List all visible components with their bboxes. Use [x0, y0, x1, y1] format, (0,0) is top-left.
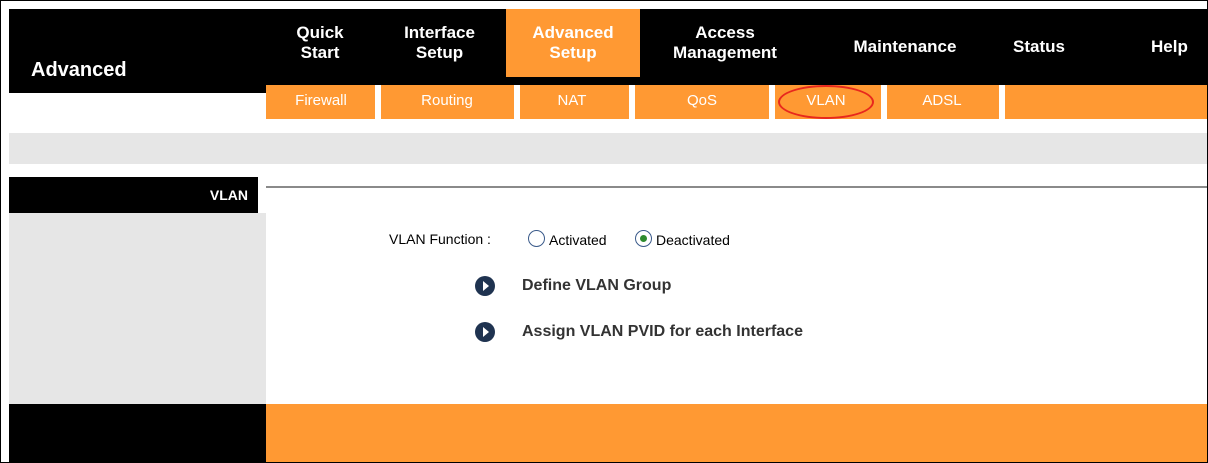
subtab-routing[interactable]: Routing	[381, 85, 513, 119]
tab-label: Status	[1013, 37, 1065, 56]
section-title: VLAN	[209, 187, 248, 203]
tab-quick-start[interactable]: Quick Start	[266, 9, 374, 77]
footer-left	[9, 404, 266, 462]
link-label: Define VLAN Group	[522, 277, 672, 294]
router-admin-page: Advanced Quick Start Interface Setup Adv…	[0, 0, 1208, 463]
tab-label: Access	[695, 23, 755, 42]
tab-label: Start	[300, 43, 340, 62]
tab-advanced-setup[interactable]: Advanced Setup	[506, 9, 640, 77]
tab-label: Setup	[415, 43, 464, 62]
tab-label: Maintenance	[853, 37, 957, 56]
tab-label: Quick	[296, 23, 344, 42]
tab-label: Interface	[404, 23, 475, 42]
tab-label: Setup	[549, 43, 597, 62]
section-divider	[266, 186, 1207, 188]
brand-panel: Advanced	[9, 9, 266, 93]
radio-activated-label[interactable]: Activated	[549, 232, 607, 248]
tab-label: Help	[1151, 37, 1188, 56]
tab-status[interactable]: Status	[991, 9, 1087, 77]
tab-access-management[interactable]: Access Management	[640, 9, 810, 77]
subtab-adsl[interactable]: ADSL	[887, 85, 997, 119]
tab-maintenance[interactable]: Maintenance	[827, 9, 983, 77]
brand-title: Advanced	[31, 59, 127, 81]
subtab-firewall[interactable]: Firewall	[269, 85, 373, 119]
left-panel	[9, 213, 266, 404]
vlan-function-label: VLAN Function :	[389, 231, 491, 247]
radio-deactivated[interactable]	[635, 230, 652, 247]
footer-bar	[266, 404, 1207, 462]
tab-label: Advanced	[532, 23, 614, 42]
radio-selected-dot	[640, 235, 647, 242]
subtab-divider	[999, 85, 1005, 119]
radio-deactivated-label[interactable]: Deactivated	[656, 232, 730, 248]
tab-interface-setup[interactable]: Interface Setup	[374, 9, 505, 77]
tab-label: Management	[673, 43, 777, 62]
link-label: Assign VLAN PVID for each Interface	[522, 323, 803, 340]
subtab-nat[interactable]: NAT	[520, 85, 624, 119]
radio-activated[interactable]	[528, 230, 545, 247]
vlan-highlight-circle	[778, 85, 874, 119]
subtab-qos[interactable]: QoS	[635, 85, 769, 119]
circle-arrow-icon	[475, 276, 495, 296]
section-header: VLAN	[9, 177, 258, 213]
define-vlan-group-link[interactable]: Define VLAN Group	[475, 276, 671, 296]
assign-vlan-pvid-link[interactable]: Assign VLAN PVID for each Interface	[475, 322, 803, 342]
spacer-band	[9, 133, 1207, 164]
tab-help[interactable]: Help	[1151, 9, 1207, 77]
circle-arrow-icon	[475, 322, 495, 342]
